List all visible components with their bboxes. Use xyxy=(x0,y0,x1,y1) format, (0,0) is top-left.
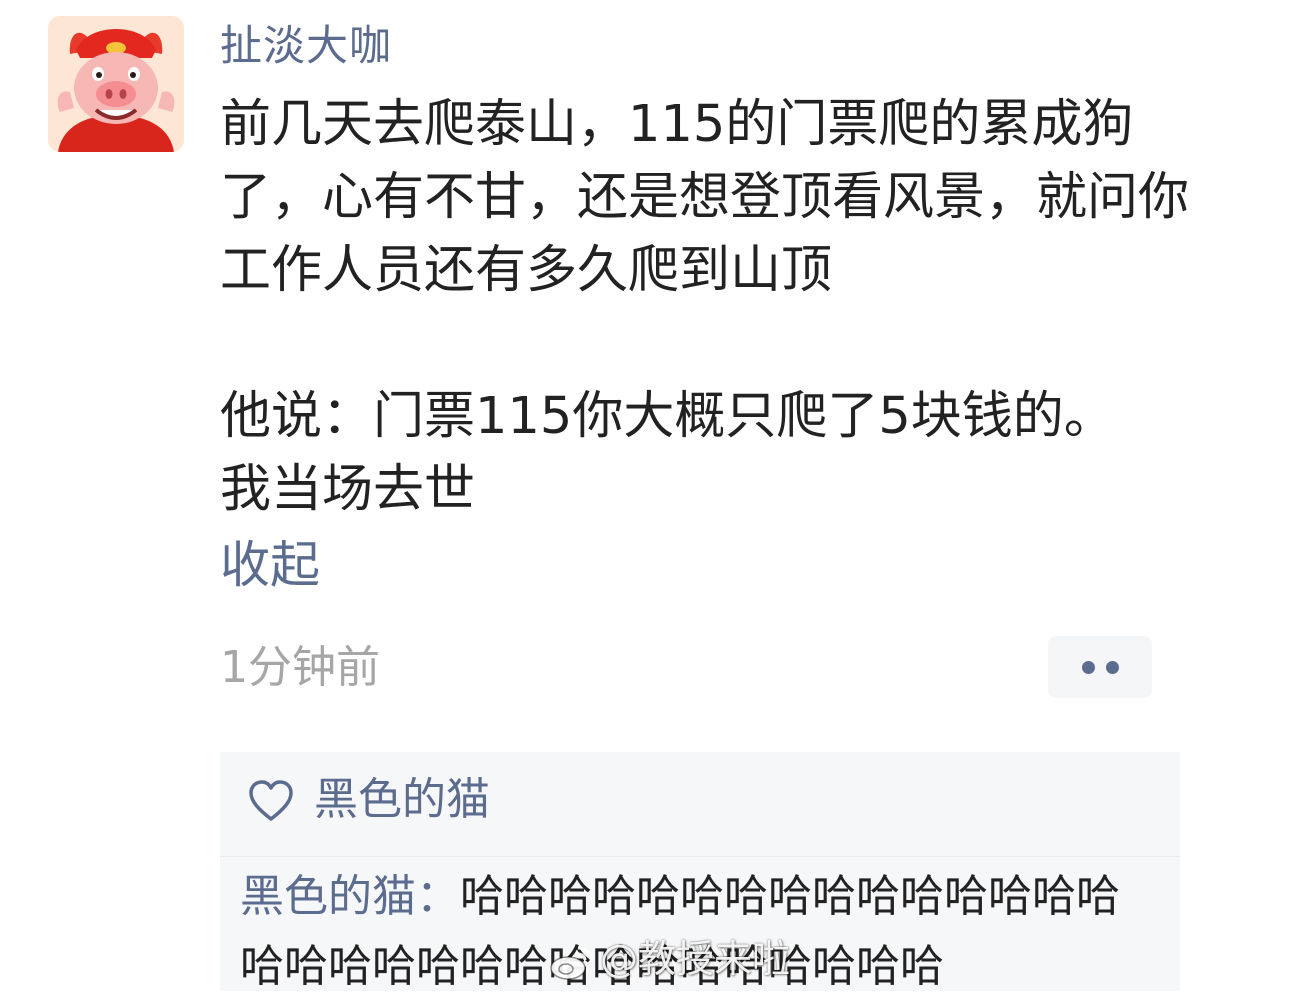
collapse-link[interactable]: 收起 xyxy=(220,530,320,600)
watermark: @教授来啦 xyxy=(548,930,790,988)
heart-outline-icon[interactable] xyxy=(248,779,294,823)
liker-name[interactable]: 黑色的猫 xyxy=(314,766,490,834)
weibo-logo-icon xyxy=(550,946,593,980)
pig-mascot-avatar-icon xyxy=(48,16,184,152)
post-author-name[interactable]: 扯淡大咖 xyxy=(220,18,392,74)
post-paragraph: 他说：门票115你大概只爬了5块钱的。 我当场去世 xyxy=(220,387,1115,519)
more-dots-icon xyxy=(1082,661,1095,674)
divider xyxy=(220,856,1180,857)
post-paragraph: 前几天去爬泰山，115的门票爬的累成狗了，心有不甘，还是想登顶看风景，就问你工作… xyxy=(220,95,1190,300)
more-dots-icon xyxy=(1106,661,1119,674)
watermark-text: @教授来啦 xyxy=(600,937,791,981)
more-options-button[interactable] xyxy=(1048,636,1152,698)
avatar[interactable] xyxy=(48,16,184,152)
commenter-name[interactable]: 黑色的猫： xyxy=(240,871,460,922)
post-content: 前几天去爬泰山，115的门票爬的累成狗了，心有不甘，还是想登顶看风景，就问你工作… xyxy=(220,88,1220,526)
post-timestamp: 1分钟前 xyxy=(220,642,380,693)
